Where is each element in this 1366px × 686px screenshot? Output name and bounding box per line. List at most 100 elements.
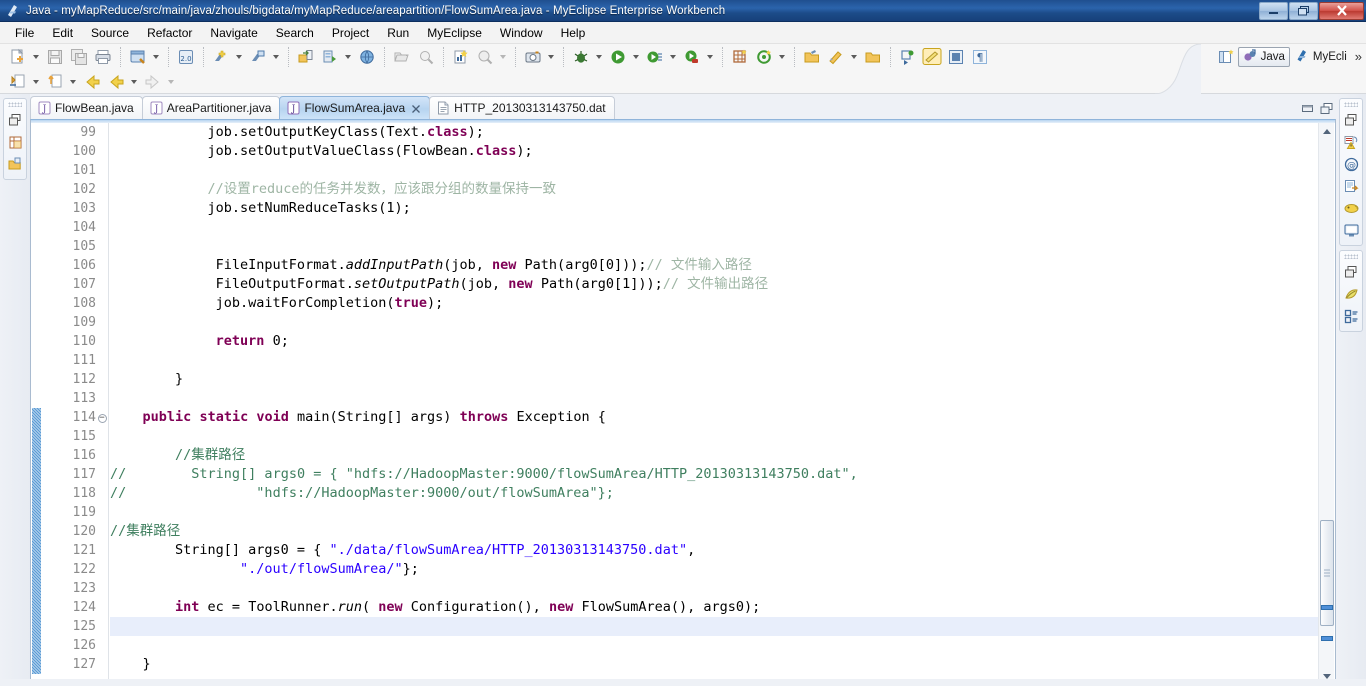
code-line[interactable]: [110, 218, 1318, 237]
deploy-icon[interactable]: [295, 46, 317, 68]
export-dropdown-icon[interactable]: [67, 71, 78, 93]
code-line[interactable]: [110, 636, 1318, 655]
html5-preview-icon[interactable]: 2.0: [175, 46, 197, 68]
code-line[interactable]: [110, 237, 1318, 256]
menu-search[interactable]: Search: [267, 24, 323, 42]
debug-icon[interactable]: [570, 46, 592, 68]
back-dropdown-icon[interactable]: [128, 71, 139, 93]
forward-icon[interactable]: [105, 71, 127, 93]
back-icon[interactable]: [81, 71, 103, 93]
run-history-icon[interactable]: [644, 46, 666, 68]
editor-maximize-icon[interactable]: [1319, 102, 1334, 116]
code-line[interactable]: job.setNumReduceTasks(1);: [110, 199, 1318, 218]
editor-tab-flowsumarea[interactable]: J FlowSumArea.java: [279, 96, 431, 119]
new-java-project-dropdown-icon[interactable]: [233, 46, 244, 68]
code-line[interactable]: return 0;: [110, 332, 1318, 351]
outline-view-icon[interactable]: [1341, 284, 1361, 304]
trim-grip[interactable]: [1344, 102, 1358, 107]
code-line[interactable]: [110, 161, 1318, 180]
editor-minimize-icon[interactable]: [1300, 102, 1315, 116]
code-line[interactable]: //集群路径: [110, 522, 1318, 541]
editor-tab-flowbean[interactable]: J FlowBean.java: [30, 96, 143, 119]
new-task-dropdown-icon[interactable]: [848, 46, 859, 68]
export-icon[interactable]: [44, 71, 66, 93]
line-number-ruler[interactable]: 99 100 101 102 103 104 105 106 107 108 109 110 111 11…: [41, 123, 109, 684]
synchronize-icon[interactable]: [862, 46, 884, 68]
run-icon[interactable]: [607, 46, 629, 68]
code-line[interactable]: job.waitForCompletion(true);: [110, 294, 1318, 313]
code-line[interactable]: [110, 351, 1318, 370]
menu-help[interactable]: Help: [552, 24, 595, 42]
run-dropdown-icon[interactable]: [630, 46, 641, 68]
perspective-overflow-chevron-icon[interactable]: »: [1355, 49, 1362, 64]
new-task-icon[interactable]: [825, 46, 847, 68]
show-whitespace-icon[interactable]: [945, 46, 967, 68]
new-package-icon[interactable]: [729, 46, 751, 68]
code-line[interactable]: int ec = ToolRunner.run( new Configurati…: [110, 598, 1318, 617]
new-java-class-icon[interactable]: [247, 46, 269, 68]
globe-icon[interactable]: [356, 46, 378, 68]
close-button[interactable]: [1319, 1, 1364, 20]
myeclipse-database-icon[interactable]: [1341, 198, 1361, 218]
snapshot-icon[interactable]: [522, 46, 544, 68]
code-line[interactable]: // "hdfs://HadoopMaster:9000/out/flowSum…: [110, 484, 1318, 503]
code-line[interactable]: FileInputFormat.addInputPath(job, new Pa…: [110, 256, 1318, 275]
editor-tab-areapartitioner[interactable]: J AreaPartitioner.java: [141, 96, 281, 119]
menu-file[interactable]: File: [6, 24, 43, 42]
code-line[interactable]: }: [110, 655, 1318, 674]
run-server-icon[interactable]: [319, 46, 341, 68]
close-icon[interactable]: [411, 103, 421, 113]
scrollbar-marker[interactable]: [1321, 604, 1333, 610]
trim-grip[interactable]: [1344, 254, 1358, 259]
new-wizard-dropdown-icon[interactable]: [30, 46, 41, 68]
restore-view-icon[interactable]: [5, 110, 25, 130]
menu-source[interactable]: Source: [82, 24, 138, 42]
perspective-java-button[interactable]: Java: [1237, 46, 1290, 67]
next-annotation-icon[interactable]: [897, 46, 919, 68]
open-task-icon[interactable]: [801, 46, 823, 68]
code-line[interactable]: public static void main(String[] args) t…: [110, 408, 1318, 427]
code-line[interactable]: job.setOutputKeyClass(Text.class);: [110, 123, 1318, 142]
code-line[interactable]: }: [110, 370, 1318, 389]
resize-handle[interactable]: [90, 679, 104, 686]
code-line[interactable]: //集群路径: [110, 446, 1318, 465]
project-explorer-icon[interactable]: [5, 154, 25, 174]
code-text-area[interactable]: job.setOutputKeyClass(Text.class); job.s…: [110, 123, 1318, 684]
console-view-icon[interactable]: [1341, 176, 1361, 196]
new-java-class-dropdown-icon[interactable]: [270, 46, 281, 68]
scrollbar-thumb[interactable]: [1320, 519, 1334, 626]
code-line[interactable]: "./out/flowSumArea/"};: [110, 560, 1318, 579]
debug-dropdown-icon[interactable]: [593, 46, 604, 68]
toggle-markoccurrences-icon[interactable]: [921, 46, 943, 68]
menu-window[interactable]: Window: [491, 24, 552, 42]
block-selection-icon[interactable]: ¶: [969, 46, 991, 68]
run-server-dropdown-icon[interactable]: [342, 46, 353, 68]
trim-grip[interactable]: [8, 102, 22, 107]
new-wizard-icon[interactable]: [7, 46, 29, 68]
new-java-project-icon[interactable]: [210, 46, 232, 68]
web-browser-dropdown-icon[interactable]: [150, 46, 161, 68]
run-history-dropdown-icon[interactable]: [667, 46, 678, 68]
new-annotation-icon[interactable]: [753, 46, 775, 68]
package-explorer-icon[interactable]: [5, 132, 25, 152]
import-icon[interactable]: [7, 71, 29, 93]
code-line[interactable]: [110, 427, 1318, 446]
editor-vertical-scrollbar[interactable]: [1318, 123, 1334, 684]
code-editor[interactable]: 99 100 101 102 103 104 105 106 107 108 109 110 111 11…: [30, 119, 1336, 686]
scrollbar-marker[interactable]: [1321, 636, 1333, 642]
new-annotation-dropdown-icon[interactable]: [776, 46, 787, 68]
web-browser-icon[interactable]: [127, 46, 149, 68]
scroll-up-arrow-icon[interactable]: [1319, 123, 1335, 139]
code-line[interactable]: [110, 389, 1318, 408]
code-line[interactable]: [110, 503, 1318, 522]
code-line[interactable]: job.setOutputValueClass(FlowBean.class);: [110, 142, 1318, 161]
code-line[interactable]: [110, 313, 1318, 332]
terminal-view-icon[interactable]: [1341, 220, 1361, 240]
code-line[interactable]: String[] args0 = { "./data/flowSumArea/H…: [110, 541, 1318, 560]
print-icon[interactable]: [92, 46, 114, 68]
restore-view-icon[interactable]: [1341, 262, 1361, 282]
editor-tab-http-dat[interactable]: HTTP_20130313143750.dat: [429, 96, 615, 119]
menu-run[interactable]: Run: [378, 24, 418, 42]
menu-myeclipse[interactable]: MyEclipse: [418, 24, 491, 42]
run-external-icon[interactable]: [681, 46, 703, 68]
